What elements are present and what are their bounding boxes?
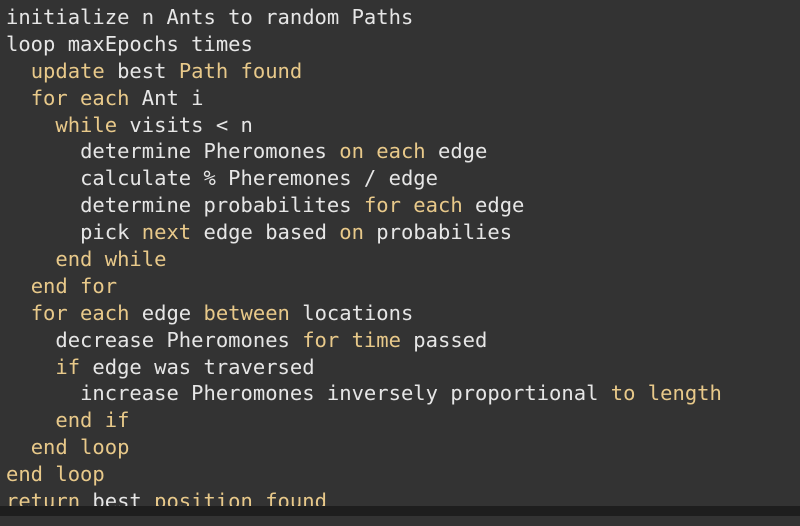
code-keyword: update [30, 58, 105, 83]
code-text: passed [400, 327, 488, 352]
pseudocode-block: initialize n Ants to random Paths loop ma… [6, 4, 800, 515]
code-text: edge [462, 193, 525, 218]
code-text: Ant i [129, 85, 204, 110]
code-line: determine probabilites for each edge [6, 192, 800, 219]
code-keyword: on each [339, 139, 426, 164]
code-keyword: for time [302, 327, 401, 352]
code-text: determine Pheromones [80, 139, 340, 164]
code-line: for each edge between locations [6, 300, 800, 327]
code-line: end for [6, 273, 800, 300]
code-line: if edge was traversed [6, 354, 800, 381]
code-text: visits < n [117, 112, 253, 137]
code-text: decrease Pheromones [55, 327, 303, 352]
code-line: update best Path found [6, 58, 800, 85]
code-text: edge [129, 300, 204, 325]
code-keyword: for each [30, 300, 130, 325]
code-line: end if [6, 407, 800, 434]
code-text: probabilies [363, 220, 513, 245]
code-text: calculate % Pheremones / edge [80, 166, 438, 191]
code-line: initialize n Ants to random Paths [6, 4, 800, 31]
code-keyword: on [339, 220, 364, 245]
code-text: increase Pheromones inversely proportion… [80, 381, 611, 406]
code-line: for each Ant i [6, 85, 800, 112]
code-line: increase Pheromones inversely proportion… [6, 380, 800, 407]
code-text: edge based [191, 220, 340, 245]
code-keyword: if [55, 354, 81, 379]
code-text: edge [425, 139, 488, 164]
code-keyword: end loop [30, 435, 130, 460]
code-keyword: end for [30, 273, 118, 298]
code-line: loop maxEpochs times [6, 31, 800, 58]
code-line: while visits < n [6, 112, 800, 139]
code-text: best [104, 58, 179, 83]
code-line: end loop [6, 434, 800, 461]
code-keyword: next [141, 220, 192, 245]
code-text: loop maxEpochs times [6, 31, 253, 56]
code-line: determine Pheromones on each edge [6, 138, 800, 165]
code-text: initialize n Ants to random Paths [6, 5, 414, 29]
code-line: decrease Pheromones for time passed [6, 327, 800, 354]
code-line: end while [6, 246, 800, 273]
code-line: end loop [6, 461, 800, 488]
code-line: calculate % Pheremones / edge [6, 165, 800, 192]
code-line: pick next edge based on probabilies [6, 219, 800, 246]
code-text: determine probabilites [80, 193, 364, 218]
code-editor: initialize n Ants to random Paths loop ma… [0, 0, 800, 516]
code-keyword: to length [610, 381, 722, 406]
code-keyword: end while [55, 247, 167, 272]
code-keyword: end if [55, 408, 130, 433]
code-text: edge was traversed [80, 354, 315, 379]
code-keyword: for each [363, 193, 463, 218]
code-keyword: end loop [6, 462, 105, 487]
code-text: pick [80, 220, 142, 245]
bottom-bar [0, 506, 800, 516]
code-keyword: while [55, 112, 118, 137]
code-keyword: between [203, 300, 290, 325]
code-text: locations [289, 300, 414, 325]
code-keyword: for each [30, 85, 130, 110]
code-keyword: Path found [178, 58, 303, 83]
